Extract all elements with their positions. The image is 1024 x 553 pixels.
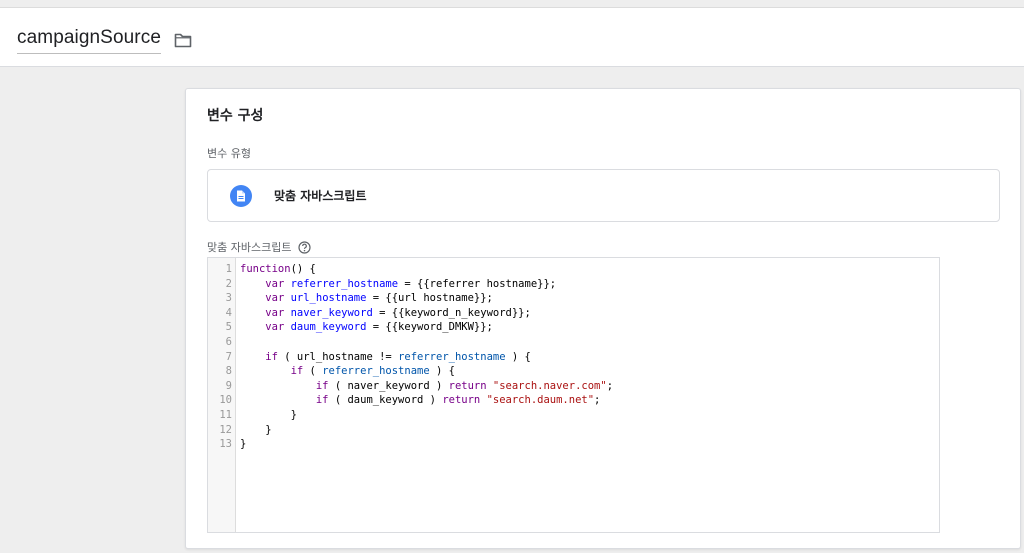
code-line: var referrer_hostname = {{referrer hostn… [240,277,939,292]
code-token: } [240,408,297,421]
line-number: 7 [225,350,232,363]
code-token: if [265,350,278,363]
code-token: return [448,379,487,392]
line-number: 8 [225,365,232,378]
code-line: var naver_keyword = {{keyword_n_keyword}… [240,306,939,321]
variable-name-input[interactable]: campaignSource [17,26,161,54]
code-area[interactable]: function() { var referrer_hostname = {{r… [236,258,939,532]
variable-configuration-card: 변수 구성 변수 유형 맞춤 자바스크립트 맞춤 자바스크립트 12345678… [185,88,1021,549]
line-number: 1 [225,263,232,275]
code-token: "search.daum.net" [486,394,595,407]
card-title: 변수 구성 [207,108,264,124]
line-number: 2 [225,277,232,290]
code-token: () { [290,263,316,275]
code-line: if ( referrer_hostname ) { [240,364,939,379]
code-line: if ( naver_keyword ) return "search.nave… [240,379,939,394]
line-number: 11 [219,408,232,421]
code-token: url_hostname [290,292,367,305]
line-number: 9 [225,379,232,392]
title-wrap: campaignSource [17,25,193,55]
code-line: } [240,408,939,423]
line-number: 12 [219,423,232,436]
code-token: referrer_hostname [398,350,506,363]
code-token: referrer_hostname [322,365,430,378]
top-strip [0,0,1024,8]
line-number: 10 [219,394,232,407]
code-token: referrer_hostname [290,277,399,290]
variable-type-value: 맞춤 자바스크립트 [274,189,367,203]
code-token: ( daum_keyword ) [328,394,443,407]
code-line: if ( url_hostname != referrer_hostname )… [240,350,939,365]
variable-type-label: 변수 유형 [207,147,251,160]
code-token: ( url_hostname != [277,350,399,363]
code-token: = {{url hostname}}; [366,292,493,305]
code-editor[interactable]: 1 2 3 4 5 6 7 8 9 10 11 12 13 function() { var refer… [207,257,940,533]
code-line: var url_hostname = {{url hostname}}; [240,291,939,306]
code-token: if [290,365,304,378]
code-line: if ( daum_keyword ) return "search.daum.… [240,393,939,408]
code-line: } [240,423,939,438]
code-token: naver_keyword [290,306,373,319]
code-line: function() { [240,262,939,277]
code-token: ) { [505,350,531,363]
code-token: = {{referrer hostname}}; [398,277,557,290]
code-token: "search.naver.com" [492,379,607,392]
code-token: ) { [429,365,455,378]
line-number: 6 [225,335,232,348]
folder-icon[interactable] [173,30,193,50]
code-line: } [240,437,939,452]
code-token: var [265,292,285,305]
code-label-row: 맞춤 자바스크립트 [207,239,312,255]
code-token: ; [606,379,614,392]
code-token: var [265,306,285,319]
document-icon [230,184,252,207]
code-line: var daum_keyword = {{keyword_DMKW}}; [240,320,939,335]
code-token: function [240,263,291,275]
code-token: ( [303,365,323,378]
code-token: = {{keyword_DMKW}}; [366,321,493,334]
code-token: = {{keyword_n_keyword}}; [372,306,531,319]
code-token: var [265,277,285,290]
line-number: 4 [225,306,232,319]
code-token: daum_keyword [290,321,367,334]
custom-javascript-label: 맞춤 자바스크립트 [207,241,292,254]
code-token: var [265,321,285,334]
code-token: if [315,394,329,407]
code-token: if [315,379,329,392]
variable-type-selector[interactable]: 맞춤 자바스크립트 [207,169,1000,222]
code-token: ; [594,394,601,407]
help-icon[interactable] [298,240,312,254]
code-token: ( naver_keyword ) [328,379,449,392]
page-header: campaignSource [0,8,1024,67]
code-token: } [240,423,272,436]
code-token: } [240,438,247,451]
code-token: return [442,394,481,407]
line-number: 3 [225,292,232,305]
line-number-gutter: 1 2 3 4 5 6 7 8 9 10 11 12 13 [208,258,236,532]
line-number: 13 [219,438,232,451]
line-number: 5 [225,321,232,334]
